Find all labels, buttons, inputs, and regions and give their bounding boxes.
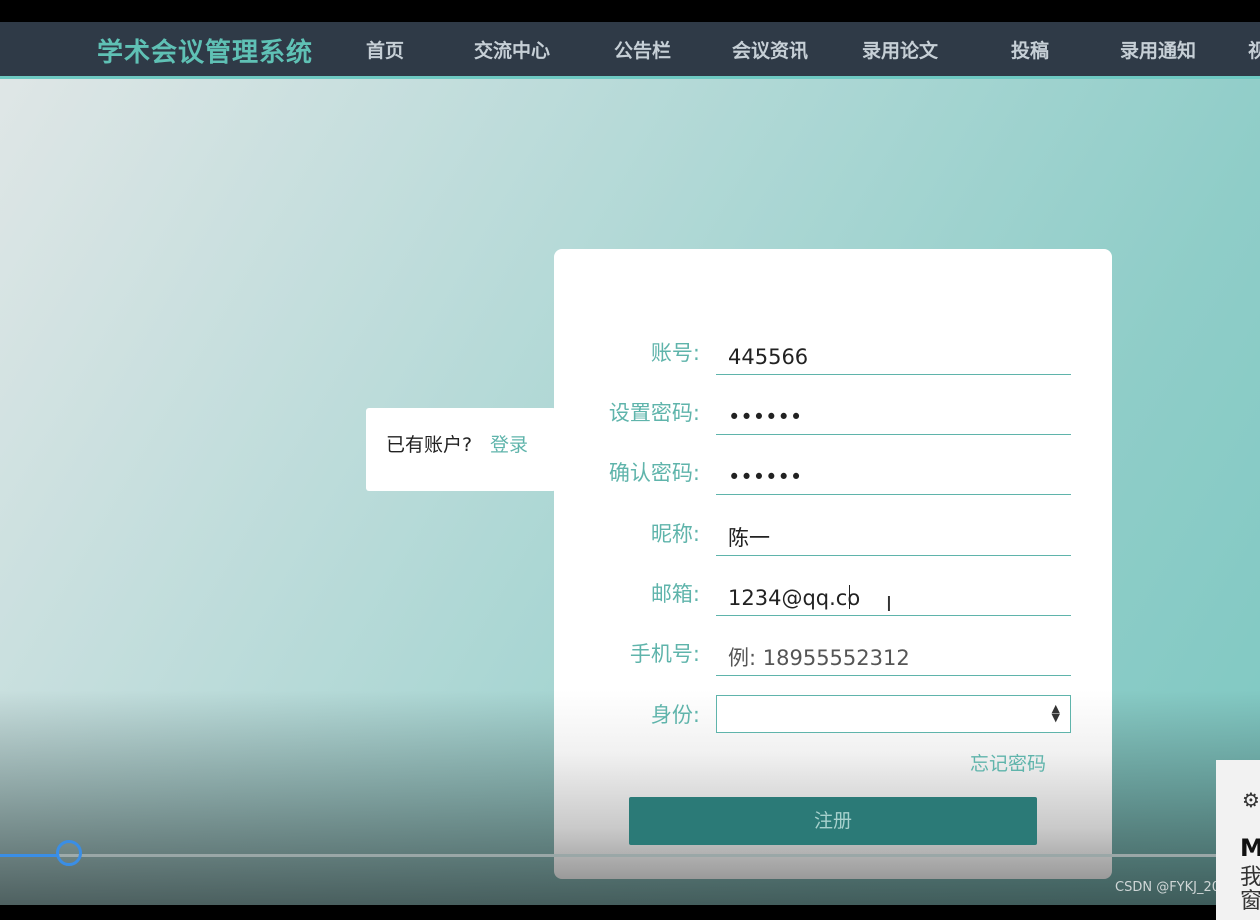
login-link[interactable]: 登录 [490,430,528,457]
nav-item-accepted-papers[interactable]: 录用论文 [862,36,938,63]
identity-label: 身份: [650,703,700,727]
select-updown-arrow-icon: ▲ ▼ [1051,702,1060,724]
password-input[interactable]: •••••• [716,397,1071,435]
video-progress-track[interactable] [0,854,1260,857]
top-black-bar [0,0,1260,22]
register-form-card: 账号: 445566 设置密码: •••••• 确认密码: •••••• 昵称:… [554,249,1112,879]
side-panel-title: M [1240,834,1260,862]
phone-input[interactable]: 例: 18955552312 [716,638,1071,676]
email-input[interactable]: 1234@qq.co [716,578,1071,616]
nav-item-news[interactable]: 会议资讯 [732,36,808,63]
nav-item-submit[interactable]: 投稿 [1011,36,1049,63]
video-progress-fill [0,854,58,857]
nickname-label: 昵称: [650,522,700,546]
navbar: 学术会议管理系统 首页 交流中心 公告栏 会议资讯 录用论文 投稿 录用通知 视 [0,22,1260,79]
text-caret [849,585,850,609]
confirm-password-label: 确认密码: [608,461,700,485]
nav-item-home[interactable]: 首页 [366,36,404,63]
phone-label: 手机号: [629,642,700,666]
side-panel-text: 我 窗 [1240,865,1260,914]
nav-item-bulletin[interactable]: 公告栏 [614,36,671,63]
identity-select[interactable]: ▲ ▼ [716,695,1071,733]
video-progress-handle[interactable] [56,840,82,866]
nickname-input[interactable]: 陈一 [716,518,1071,556]
password-label: 设置密码: [608,401,700,425]
email-label: 邮箱: [650,582,700,606]
side-panel: ⚙ M 我 窗 [1216,760,1260,920]
ibeam-cursor-icon: I [886,592,892,616]
confirm-password-input[interactable]: •••••• [716,457,1071,495]
account-input[interactable]: 445566 [716,337,1071,375]
login-hint-text: 已有账户? [386,434,473,456]
account-label: 账号: [650,341,700,365]
brand-title[interactable]: 学术会议管理系统 [97,32,313,69]
login-hint-box: 已有账户? 登录 [366,408,556,491]
nav-item-acceptance-notice[interactable]: 录用通知 [1120,36,1196,63]
gear-icon[interactable]: ⚙ [1242,788,1260,812]
register-button[interactable]: 注册 [629,797,1037,845]
nav-item-exchange[interactable]: 交流中心 [474,36,550,63]
forgot-password-link[interactable]: 忘记密码 [970,749,1046,776]
nav-item-video[interactable]: 视 [1248,36,1260,63]
